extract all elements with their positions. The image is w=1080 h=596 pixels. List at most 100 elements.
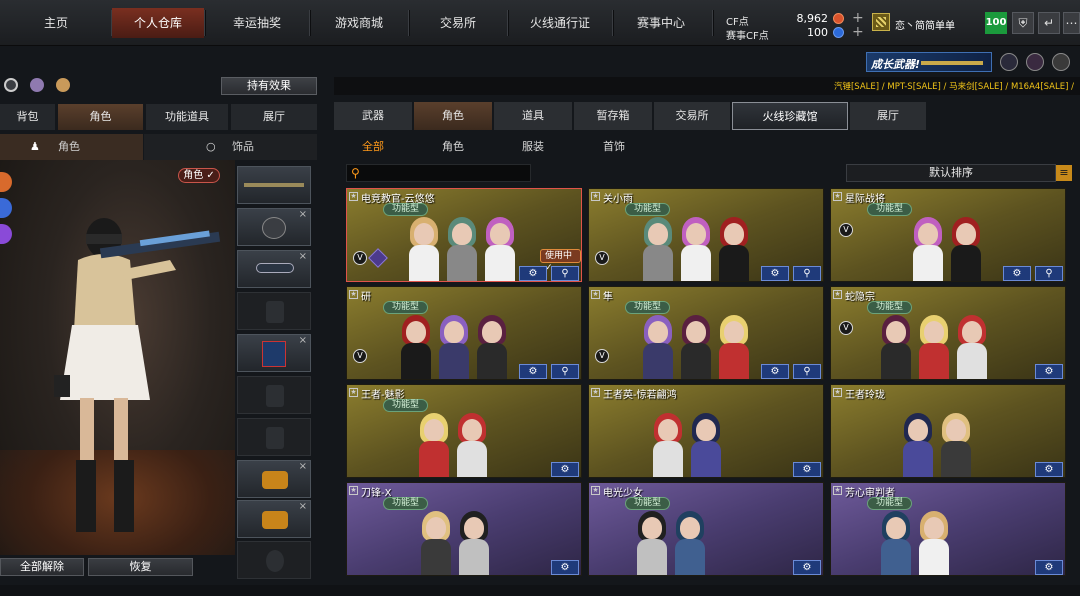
list-view-icon[interactable]: ≡	[1056, 165, 1072, 181]
add-event-points-icon[interactable]: +	[852, 25, 864, 39]
customize-button[interactable]: ⚙	[1035, 462, 1063, 477]
emblem-icon[interactable]	[1026, 53, 1044, 71]
refresh-icon[interactable]	[4, 78, 18, 92]
favorite-icon[interactable]: ★	[591, 192, 600, 201]
hold-effect-button[interactable]: 持有效果	[221, 77, 317, 95]
back-arrow-icon[interactable]: ↵	[1038, 12, 1060, 34]
customize-button[interactable]: ⚙	[551, 462, 579, 477]
favorite-icon[interactable]: ★	[349, 192, 358, 201]
sale-ticker-text[interactable]: 汽锤[SALE] / MPT-S[SALE] / 马来剑[SALE] / M16…	[834, 80, 1074, 92]
remove-icon[interactable]: ×	[299, 461, 307, 472]
left-tab-showroom[interactable]: 展厅	[231, 104, 317, 130]
remove-icon[interactable]: ×	[299, 335, 307, 346]
right-tab-items[interactable]: 道具	[494, 102, 572, 130]
right-tab-storage[interactable]: 暂存箱	[574, 102, 652, 130]
character-card[interactable]: ★ 王者-魅影 功能型 ⚙	[346, 384, 582, 478]
restore-button[interactable]: 恢复	[88, 558, 193, 576]
left-subtab-character[interactable]: ♟ 角色	[0, 134, 143, 160]
nav-tab-warehouse[interactable]: 个人仓库	[112, 8, 204, 38]
customize-button[interactable]: ⚙	[551, 560, 579, 575]
slot-empty[interactable]	[237, 541, 311, 579]
slot-ornament[interactable]: ×	[237, 500, 311, 538]
slot-ornament[interactable]: ×	[237, 460, 311, 498]
settings-gear-icon[interactable]	[1052, 53, 1070, 71]
remove-icon[interactable]: ×	[299, 501, 307, 512]
shield-icon[interactable]: ⛨	[1012, 12, 1034, 34]
character-card[interactable]: ★ 蛇隐宗 功能型 V ⚙	[830, 286, 1066, 380]
sort-dropdown[interactable]: 默认排序	[846, 164, 1056, 182]
slot-empty[interactable]	[237, 418, 311, 456]
favorite-icon[interactable]: ★	[833, 388, 842, 397]
customize-button[interactable]: ⚙	[1003, 266, 1031, 281]
favorite-icon[interactable]: ★	[833, 192, 842, 201]
more-icon[interactable]: ⋯	[1063, 12, 1080, 34]
subtab-outfit[interactable]: 服装	[522, 138, 544, 154]
right-tab-character[interactable]: 角色	[414, 102, 492, 130]
left-tab-backpack[interactable]: 背包	[0, 104, 55, 130]
role-badge[interactable]: 角色 ✓	[178, 168, 220, 183]
character-card[interactable]: ★ 刀锋-X 功能型 ⚙	[346, 482, 582, 576]
inspect-button[interactable]: ⚲	[793, 364, 821, 379]
nav-tab-lottery[interactable]: 幸运抽奖	[205, 8, 309, 38]
customize-button[interactable]: ⚙	[793, 560, 821, 575]
favorite-icon[interactable]: ★	[833, 290, 842, 299]
add-cf-icon[interactable]: +	[852, 11, 864, 25]
nav-tab-pass[interactable]: 火线通行证	[508, 8, 612, 38]
remove-icon[interactable]: ×	[299, 209, 307, 220]
favorite-icon[interactable]: ★	[833, 486, 842, 495]
favorite-icon[interactable]: ★	[349, 290, 358, 299]
search-input[interactable]: ⚲	[346, 164, 531, 182]
character-small-icon[interactable]	[30, 78, 44, 92]
customize-button[interactable]: ⚙	[761, 266, 789, 281]
left-subtab-accessory[interactable]: ○ 饰品	[144, 134, 317, 160]
left-tab-character[interactable]: 角色	[58, 104, 143, 130]
favorite-icon[interactable]: ★	[591, 486, 600, 495]
character-card[interactable]: ★ 电光少女 功能型 ⚙	[588, 482, 824, 576]
subtab-all[interactable]: 全部	[362, 138, 384, 154]
right-tab-exchange[interactable]: 交易所	[654, 102, 730, 130]
character-card[interactable]: ★ 芳心审判者 功能型 ⚙	[830, 482, 1066, 576]
character-card[interactable]: ★ 王者玲珑 ⚙	[830, 384, 1066, 478]
customize-button[interactable]: ⚙	[1035, 364, 1063, 379]
character-card[interactable]: ★ 王者英-惊若翩鸿 ⚙	[588, 384, 824, 478]
customize-button[interactable]: ⚙	[793, 462, 821, 477]
favorite-icon[interactable]: ★	[591, 388, 600, 397]
remove-icon[interactable]: ×	[299, 251, 307, 262]
customize-button[interactable]: ⚙	[519, 364, 547, 379]
growth-weapon-banner[interactable]: 成长武器!	[866, 52, 992, 72]
right-tab-collection[interactable]: 火线珍藏馆	[732, 102, 848, 130]
nav-tab-home[interactable]: 主页	[0, 8, 112, 38]
slot-weapon[interactable]	[237, 166, 311, 204]
inspect-button[interactable]: ⚲	[1035, 266, 1063, 281]
favorite-icon[interactable]: ★	[349, 486, 358, 495]
character-card[interactable]: ★ 星际战将 功能型 V ⚙ ⚲	[830, 188, 1066, 282]
character-card[interactable]: ★ 关小雨 功能型 V ⚙ ⚲	[588, 188, 824, 282]
right-tab-showroom[interactable]: 展厅	[850, 102, 926, 130]
slot-empty[interactable]	[237, 376, 311, 414]
inspect-button[interactable]: ⚲	[793, 266, 821, 281]
nav-tab-exchange[interactable]: 交易所	[409, 8, 507, 38]
character-card[interactable]: ★ 研功能型 V ⚙ ⚲	[346, 286, 582, 380]
inspect-button[interactable]: ⚲	[551, 364, 579, 379]
character-card[interactable]: ★ 电竞教官-云悠悠 功能型 V 使用中✓ ⚙ ⚲	[346, 188, 582, 282]
slot-helmet[interactable]: ×	[237, 208, 311, 246]
slot-goggles[interactable]: ×	[237, 250, 311, 288]
slot-empty[interactable]	[237, 292, 311, 330]
customize-button[interactable]: ⚙	[1035, 560, 1063, 575]
customize-button[interactable]: ⚙	[761, 364, 789, 379]
subtab-jewelry[interactable]: 首饰	[603, 138, 625, 154]
left-tab-function-items[interactable]: 功能道具	[146, 104, 228, 130]
nav-tab-events[interactable]: 赛事中心	[613, 8, 709, 38]
slot-backpack[interactable]: ×	[237, 334, 311, 372]
favorite-icon[interactable]: ★	[349, 388, 358, 397]
favorite-icon[interactable]: ★	[591, 290, 600, 299]
nav-tab-shop[interactable]: 游戏商城	[310, 8, 408, 38]
character-card[interactable]: ★ 隼功能型 V ⚙ ⚲	[588, 286, 824, 380]
right-tab-weapons[interactable]: 武器	[334, 102, 412, 130]
release-all-button[interactable]: 全部解除	[0, 558, 84, 576]
inspect-button[interactable]: ⚲	[551, 266, 579, 281]
subtab-character[interactable]: 角色	[442, 138, 464, 154]
shield-badge-icon[interactable]	[1000, 53, 1018, 71]
customize-button[interactable]: ⚙	[519, 266, 547, 281]
bag-small-icon[interactable]	[56, 78, 70, 92]
